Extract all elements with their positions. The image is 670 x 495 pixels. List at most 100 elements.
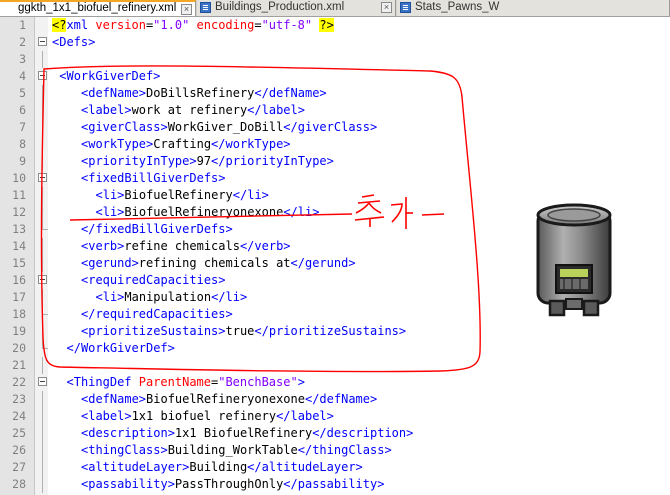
code-text: </requiredCapacities> (81, 306, 233, 323)
code-token: </gerund> (290, 256, 356, 270)
code-token: Building (189, 460, 248, 474)
code-token: <altitudeLayer> (81, 460, 190, 474)
code-line[interactable]: 21 (0, 357, 670, 374)
code-line[interactable]: 19 <prioritizeSustains>true</prioritizeSu… (0, 323, 670, 340)
line-number: 12 (12, 205, 26, 219)
code-line[interactable]: 8 <workType>Crafting</workType> (0, 136, 670, 153)
fold-guide (42, 136, 43, 153)
line-number: 22 (12, 375, 26, 389)
file-icon (200, 2, 211, 13)
fold-toggle-icon[interactable] (38, 275, 47, 284)
code-token: true (225, 324, 255, 338)
fold-guide (42, 476, 43, 493)
code-token: </fixedBillGiverDefs> (81, 222, 233, 236)
tab-stats-pawns[interactable]: Stats_Pawns_W (397, 0, 670, 16)
tab-label: Buildings_Production.xml (215, 1, 345, 13)
code-line[interactable]: 23 <defName>BiofuelRefineryonexone</defNa… (0, 391, 670, 408)
code-line[interactable]: 1 <?xml version="1.0" encoding="utf-8" ?> (0, 17, 670, 34)
code-line[interactable]: 22 <ThingDef ParentName="BenchBase"> (0, 374, 670, 391)
code-token: <requiredCapacities> (81, 273, 226, 287)
fold-end-guide (42, 306, 48, 315)
code-token: BiofuelRefineryonexone (146, 392, 305, 406)
code-token: </requiredCapacities> (81, 307, 233, 321)
code-line[interactable]: 25 <description>1x1 BiofuelRefinery</desc… (0, 425, 670, 442)
code-text: <altitudeLayer>Building</altitudeLayer> (81, 459, 363, 476)
fold-toggle-icon[interactable] (38, 71, 47, 80)
code-token: refining chemicals at (138, 256, 291, 270)
file-icon (400, 2, 411, 13)
fold-toggle-icon[interactable] (38, 377, 47, 386)
code-token: <label> (81, 103, 132, 117)
code-token: </passability> (283, 477, 385, 491)
code-line[interactable]: 7 <giverClass>WorkGiver_DoBill</giverClas… (0, 119, 670, 136)
tab-buildings-production[interactable]: Buildings_Production.xml × (197, 0, 396, 16)
code-line[interactable]: 3 (0, 51, 670, 68)
code-line[interactable]: 5 <defName>DoBillsRefinery</defName> (0, 85, 670, 102)
code-token: <Defs> (52, 35, 96, 49)
line-number: 5 (19, 86, 26, 100)
code-text: <li>Manipulation</li> (96, 289, 248, 306)
code-token: <gerund> (81, 256, 139, 270)
code-token: </thingClass> (297, 443, 392, 457)
code-token: </label> (276, 409, 334, 423)
fold-toggle-icon[interactable] (38, 173, 47, 182)
code-token: ?> (319, 18, 334, 32)
fold-guide (42, 102, 43, 119)
line-number: 25 (12, 426, 26, 440)
code-token: </defName> (254, 86, 327, 100)
code-line[interactable]: 6 <label>work at refinery</label> (0, 102, 670, 119)
code-line[interactable]: 20 </WorkGiverDef> (0, 340, 670, 357)
code-text: <giverClass>WorkGiver_DoBill</giverClass… (81, 119, 377, 136)
line-number: 28 (12, 477, 26, 491)
code-token: </prioritizeSustains> (254, 324, 407, 338)
fold-end-guide (42, 340, 48, 349)
code-token: WorkGiver_DoBill (167, 120, 284, 134)
code-token: <passability> (81, 477, 175, 491)
code-token: </workType> (211, 137, 291, 151)
code-text: </fixedBillGiverDefs> (81, 221, 233, 238)
code-text: <defName>BiofuelRefineryonexone</defName… (81, 391, 377, 408)
code-token: 97 (196, 154, 212, 168)
code-text: <fixedBillGiverDefs> (81, 170, 226, 187)
code-token: 1x1 BiofuelRefinery (174, 426, 313, 440)
code-line[interactable]: 9 <priorityInType>97</priorityInType> (0, 153, 670, 170)
fold-toggle-icon[interactable] (38, 37, 47, 46)
fold-end-guide (42, 221, 48, 230)
code-editor[interactable]: 1 <?xml version="1.0" encoding="utf-8" ?>… (0, 17, 670, 495)
code-line[interactable]: 24 <label>1x1 biofuel refinery</label> (0, 408, 670, 425)
code-line[interactable]: 10 <fixedBillGiverDefs> (0, 170, 670, 187)
code-line[interactable]: 2 <Defs> (0, 34, 670, 51)
line-number: 19 (12, 324, 26, 338)
code-token: Crafting (153, 137, 212, 151)
code-token: <prioritizeSustains> (81, 324, 226, 338)
tab-ggkth-biofuel-refinery[interactable]: ggkth_1x1_biofuel_refinery.xml × (0, 0, 196, 16)
code-text: <prioritizeSustains>true</prioritizeSust… (81, 323, 406, 340)
tab-bar: ggkth_1x1_biofuel_refinery.xml × Buildin… (0, 0, 670, 17)
fold-guide (42, 425, 43, 442)
code-token: </verb> (239, 239, 291, 253)
code-text: <workType>Crafting</workType> (81, 136, 291, 153)
line-number: 1 (19, 18, 26, 32)
code-token: </label> (247, 103, 305, 117)
code-token: <workType> (81, 137, 154, 151)
code-token: </li> (211, 290, 248, 304)
code-line[interactable]: 28 <passability>PassThroughOnly</passabil… (0, 476, 670, 493)
code-token: 1x1 biofuel refinery (131, 409, 277, 423)
code-token: > (297, 375, 305, 389)
fold-guide (42, 391, 43, 408)
code-line[interactable]: 26 <thingClass>Building_WorkTable</thingC… (0, 442, 670, 459)
code-token: <giverClass> (81, 120, 168, 134)
close-icon[interactable]: × (381, 2, 392, 13)
code-line[interactable]: 4 <WorkGiverDef> (0, 68, 670, 85)
fold-guide (42, 51, 43, 68)
close-icon[interactable]: × (181, 4, 192, 15)
code-token: </WorkGiverDef> (66, 341, 175, 355)
line-number: 13 (12, 222, 26, 236)
line-number: 27 (12, 460, 26, 474)
fold-guide (42, 119, 43, 136)
code-line[interactable]: 27 <altitudeLayer>Building</altitudeLayer… (0, 459, 670, 476)
code-token: <verb> (81, 239, 125, 253)
line-number: 23 (12, 392, 26, 406)
code-token: </altitudeLayer> (247, 460, 363, 474)
